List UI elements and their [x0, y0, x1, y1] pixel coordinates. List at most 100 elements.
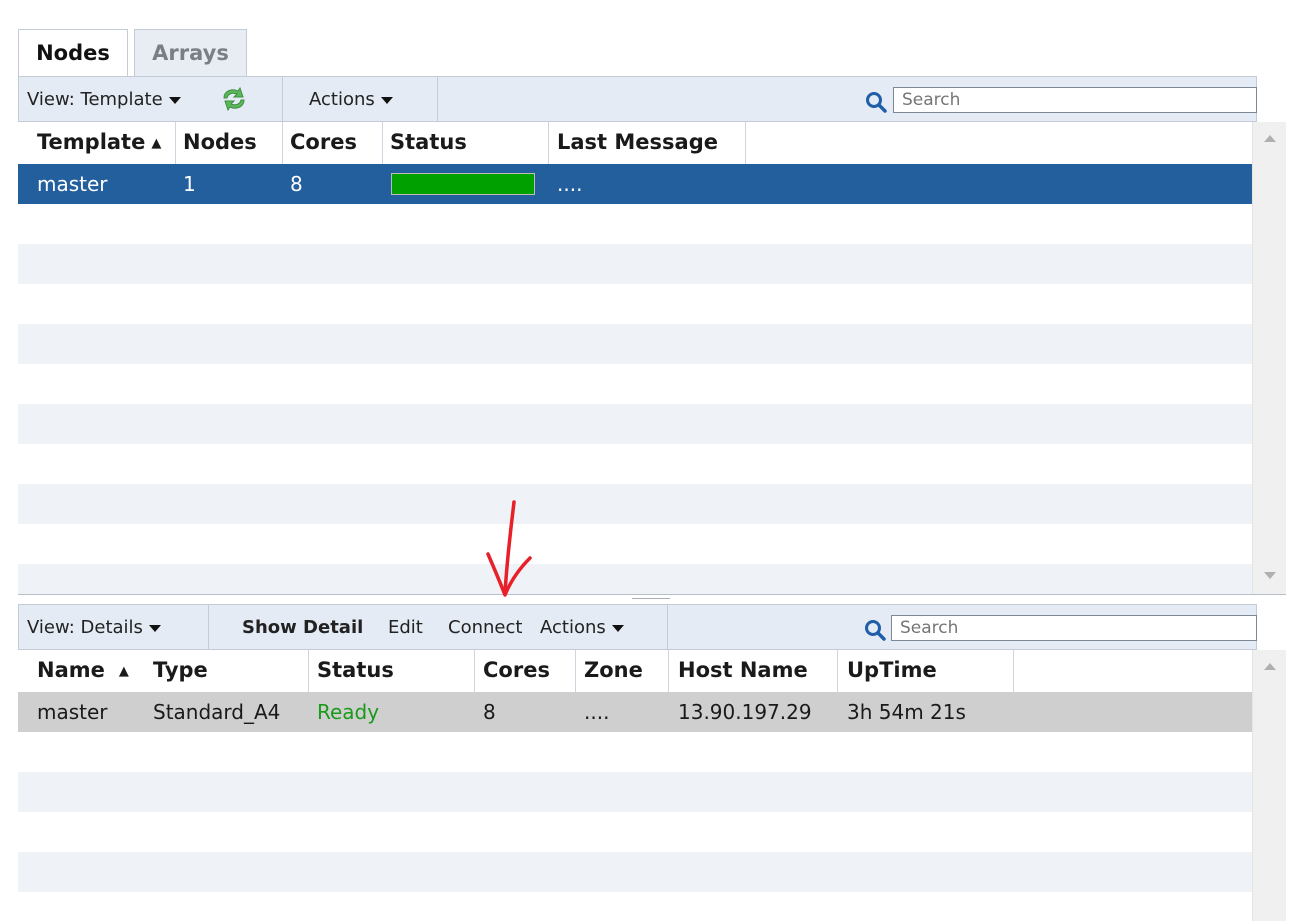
tab-nodes[interactable]: Nodes [18, 29, 128, 76]
scroll-up-icon[interactable] [1264, 135, 1276, 142]
col-last-message-label: Last Message [557, 130, 718, 154]
cell-uptime: 3h 54m 21s [847, 700, 966, 724]
col-zone-header[interactable]: Zone [584, 650, 643, 692]
cell-nodes: 1 [183, 172, 196, 196]
column-divider [175, 122, 176, 164]
chevron-down-icon [380, 96, 393, 104]
edit-button[interactable]: Edit [388, 617, 423, 638]
actions-label: Actions [309, 89, 375, 110]
table-row [18, 732, 1252, 772]
table-row [18, 812, 1252, 852]
table-row [18, 284, 1252, 324]
col-nodes-label: Nodes [183, 130, 257, 154]
cell-cores: 8 [483, 700, 496, 724]
sort-asc-icon: ▲ [118, 664, 129, 679]
col-status-header[interactable]: Status [390, 122, 467, 164]
cell-name: master [37, 700, 108, 724]
view-template-dropdown[interactable]: View: Template [27, 89, 181, 110]
col-cores-label: Cores [290, 130, 357, 154]
details-actions-dropdown[interactable]: Actions [540, 617, 624, 638]
details-grid-header: Name ▲ Type Status Cores Zone Host Name U… [18, 650, 1252, 694]
nodes-grid-scrollbar[interactable] [1252, 122, 1286, 594]
toolbar-divider [667, 605, 668, 649]
column-divider [837, 650, 838, 692]
search-icon [865, 620, 886, 641]
tab-nodes-label: Nodes [36, 41, 110, 65]
table-row [18, 244, 1252, 284]
details-search-input[interactable] [891, 615, 1257, 641]
col-host-name-header[interactable]: Host Name [678, 650, 808, 692]
col-uptime-header[interactable]: UpTime [847, 650, 937, 692]
cell-status: Ready [317, 700, 380, 724]
col-cores-header[interactable]: Cores [290, 122, 357, 164]
view-details-label: View: Details [27, 617, 143, 638]
table-row-selected[interactable]: master 1 8 .... [18, 164, 1252, 204]
table-row [18, 892, 1252, 921]
details-grid: Name ▲ Type Status Cores Zone Host Name U… [18, 650, 1252, 921]
table-row [18, 772, 1252, 812]
table-row[interactable]: master Standard_A4 Ready 8 .... 13.90.19… [18, 692, 1252, 732]
search-icon [866, 92, 887, 113]
cell-template: master [37, 172, 108, 196]
tab-arrays[interactable]: Arrays [134, 29, 247, 76]
col-zone-label: Zone [584, 658, 643, 682]
connect-button[interactable]: Connect [448, 617, 522, 638]
refresh-button[interactable] [219, 85, 249, 113]
col-last-message-header[interactable]: Last Message [557, 122, 718, 164]
nodes-grid-header: Template ▲ Nodes Cores Status Last Messag… [18, 122, 1252, 166]
view-template-label: View: Template [27, 89, 163, 110]
col-name-header[interactable]: Name ▲ [37, 650, 129, 692]
column-divider [308, 650, 309, 692]
scroll-down-icon[interactable] [1264, 572, 1276, 579]
col-status-header[interactable]: Status [317, 650, 394, 692]
column-divider [1013, 650, 1014, 692]
col-type-label: Type [153, 658, 208, 682]
col-type-header[interactable]: Type [153, 650, 208, 692]
cell-last-message: .... [557, 172, 583, 196]
details-grid-scrollbar[interactable] [1252, 650, 1286, 921]
pane-splitter[interactable] [18, 594, 1286, 604]
scroll-up-icon[interactable] [1264, 663, 1276, 670]
status-progress-bar [391, 173, 535, 195]
table-row [18, 564, 1252, 594]
col-status-label: Status [317, 658, 394, 682]
cell-cores: 8 [290, 172, 303, 196]
column-divider [474, 650, 475, 692]
table-row [18, 444, 1252, 484]
table-row [18, 364, 1252, 404]
col-template-header[interactable]: Template ▲ [37, 122, 161, 164]
chevron-down-icon [611, 624, 624, 632]
column-divider [745, 122, 746, 164]
cell-type: Standard_A4 [153, 700, 281, 724]
col-template-label: Template [37, 130, 146, 154]
toolbar-divider [437, 77, 438, 121]
table-row [18, 524, 1252, 564]
cell-zone: .... [584, 700, 610, 724]
toolbar-divider [208, 605, 209, 649]
details-toolbar: View: Details Show Detail Edit Connect A… [18, 604, 1257, 650]
table-row [18, 204, 1252, 244]
col-cores-label: Cores [483, 658, 550, 682]
column-divider [575, 650, 576, 692]
annotation-arrow-icon [486, 500, 532, 597]
table-row [18, 404, 1252, 444]
column-divider [282, 122, 283, 164]
chevron-down-icon [148, 624, 161, 632]
table-row [18, 484, 1252, 524]
chevron-down-icon [168, 96, 181, 104]
col-cores-header[interactable]: Cores [483, 650, 550, 692]
tab-arrays-label: Arrays [152, 41, 229, 65]
col-status-label: Status [390, 130, 467, 154]
cell-host-name: 13.90.197.29 [678, 700, 812, 724]
view-details-dropdown[interactable]: View: Details [27, 617, 161, 638]
actions-label: Actions [540, 617, 606, 638]
col-nodes-header[interactable]: Nodes [183, 122, 257, 164]
column-divider [548, 122, 549, 164]
toolbar-divider [282, 77, 283, 121]
show-detail-button[interactable]: Show Detail [242, 617, 363, 638]
nodes-search-input[interactable] [893, 87, 1257, 113]
nodes-toolbar: View: Template Actions [18, 76, 1257, 122]
column-divider [382, 122, 383, 164]
col-uptime-label: UpTime [847, 658, 937, 682]
actions-dropdown[interactable]: Actions [309, 89, 393, 110]
